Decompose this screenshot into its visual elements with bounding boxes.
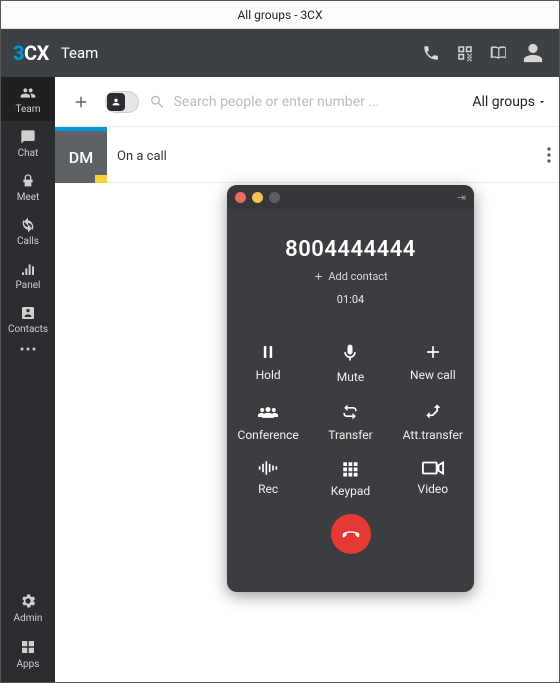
sidebar-item-calls[interactable]: Calls — [1, 209, 55, 253]
contact-status-card[interactable]: On a call — [107, 131, 559, 183]
avatar-initials: DM — [69, 148, 93, 167]
view-toggle[interactable] — [105, 91, 139, 113]
mute-label: Mute — [337, 370, 364, 384]
call-actions-grid: Hold Mute New call Conference — [227, 342, 474, 498]
sidebar-item-team[interactable]: Team — [1, 77, 55, 121]
sidebar-item-more[interactable] — [1, 341, 55, 359]
search-field[interactable] — [149, 93, 462, 111]
sidebar-label: Calls — [17, 236, 39, 247]
newcall-label: New call — [410, 368, 456, 382]
call-timer: 01:04 — [227, 293, 474, 306]
hangup-button[interactable] — [331, 514, 371, 554]
keypad-label: Keypad — [331, 484, 370, 498]
contact-row: DM On a call — [55, 131, 559, 183]
sidebar-label: Panel — [16, 280, 41, 291]
groups-label: All groups — [472, 94, 535, 110]
contact-avatar[interactable]: DM — [55, 131, 107, 183]
sidebar-label: Apps — [17, 659, 40, 670]
call-panel-titlebar: ⇥ — [227, 185, 474, 209]
main-area: All groups DM On a call — [55, 77, 559, 682]
toggle-knob-icon — [107, 93, 125, 111]
mute-button[interactable]: Mute — [309, 342, 391, 384]
transfer-label: Transfer — [328, 428, 372, 442]
hold-label: Hold — [256, 368, 281, 382]
sidebar-label: Admin — [14, 613, 43, 624]
sidebar-label: Meet — [17, 192, 40, 203]
sidebar-item-panel[interactable]: Panel — [1, 253, 55, 297]
close-icon[interactable] — [235, 192, 246, 203]
rec-button[interactable]: Rec — [227, 460, 309, 498]
search-icon — [149, 93, 166, 111]
sidebar-item-contacts[interactable]: Contacts — [1, 297, 55, 341]
sidebar-item-chat[interactable]: Chat — [1, 121, 55, 165]
video-label: Video — [418, 482, 449, 496]
status-corner-icon — [95, 175, 107, 183]
atttransfer-label: Att.transfer — [403, 428, 463, 442]
add-contact-label: Add contact — [328, 270, 387, 283]
att-transfer-button[interactable]: Att.transfer — [392, 402, 474, 442]
popout-icon[interactable]: ⇥ — [457, 191, 466, 204]
new-call-button[interactable]: New call — [392, 342, 474, 384]
conference-label: Conference — [238, 428, 299, 442]
transfer-button[interactable]: Transfer — [309, 402, 391, 442]
sidebar-item-admin[interactable]: Admin — [1, 584, 55, 630]
contact-status-text: On a call — [117, 149, 167, 164]
toolbar: All groups — [55, 77, 559, 127]
minimize-icon[interactable] — [252, 192, 263, 203]
app-logo: 3CX — [13, 41, 49, 65]
rec-label: Rec — [258, 482, 278, 496]
more-menu-icon[interactable] — [547, 147, 551, 167]
phone-icon[interactable] — [417, 39, 445, 67]
sidebar-label: Team — [16, 104, 41, 115]
header-team-label: Team — [61, 44, 99, 62]
video-button[interactable]: Video — [392, 460, 474, 498]
add-contact-button[interactable]: Add contact — [227, 270, 474, 283]
body: Team Chat Meet Calls Panel Contacts — [1, 77, 559, 682]
book-icon[interactable] — [485, 39, 513, 67]
hold-button[interactable]: Hold — [227, 342, 309, 384]
call-number: 8004444444 — [227, 237, 474, 262]
search-input[interactable] — [174, 94, 463, 110]
conference-button[interactable]: Conference — [227, 402, 309, 442]
call-panel: ⇥ 8004444444 Add contact 01:04 Hold Mute — [227, 185, 474, 592]
sidebar-label: Contacts — [8, 324, 48, 335]
keypad-button[interactable]: Keypad — [309, 460, 391, 498]
user-icon[interactable] — [519, 39, 547, 67]
maximize-icon[interactable] — [269, 192, 280, 203]
add-button[interactable] — [67, 88, 95, 116]
sidebar-label: Chat — [18, 148, 39, 159]
groups-dropdown[interactable]: All groups — [472, 94, 547, 110]
sidebar-item-meet[interactable]: Meet — [1, 165, 55, 209]
titlebar: All groups - 3CX — [1, 1, 559, 29]
window-title: All groups - 3CX — [237, 8, 322, 22]
sidebar-item-apps[interactable]: Apps — [1, 630, 55, 682]
app-window: All groups - 3CX 3CX Team Team Ch — [0, 0, 560, 683]
qr-icon[interactable] — [451, 39, 479, 67]
chevron-down-icon — [537, 97, 547, 107]
sidebar: Team Chat Meet Calls Panel Contacts — [1, 77, 55, 682]
header: 3CX Team — [1, 29, 559, 77]
plus-icon — [313, 271, 324, 282]
